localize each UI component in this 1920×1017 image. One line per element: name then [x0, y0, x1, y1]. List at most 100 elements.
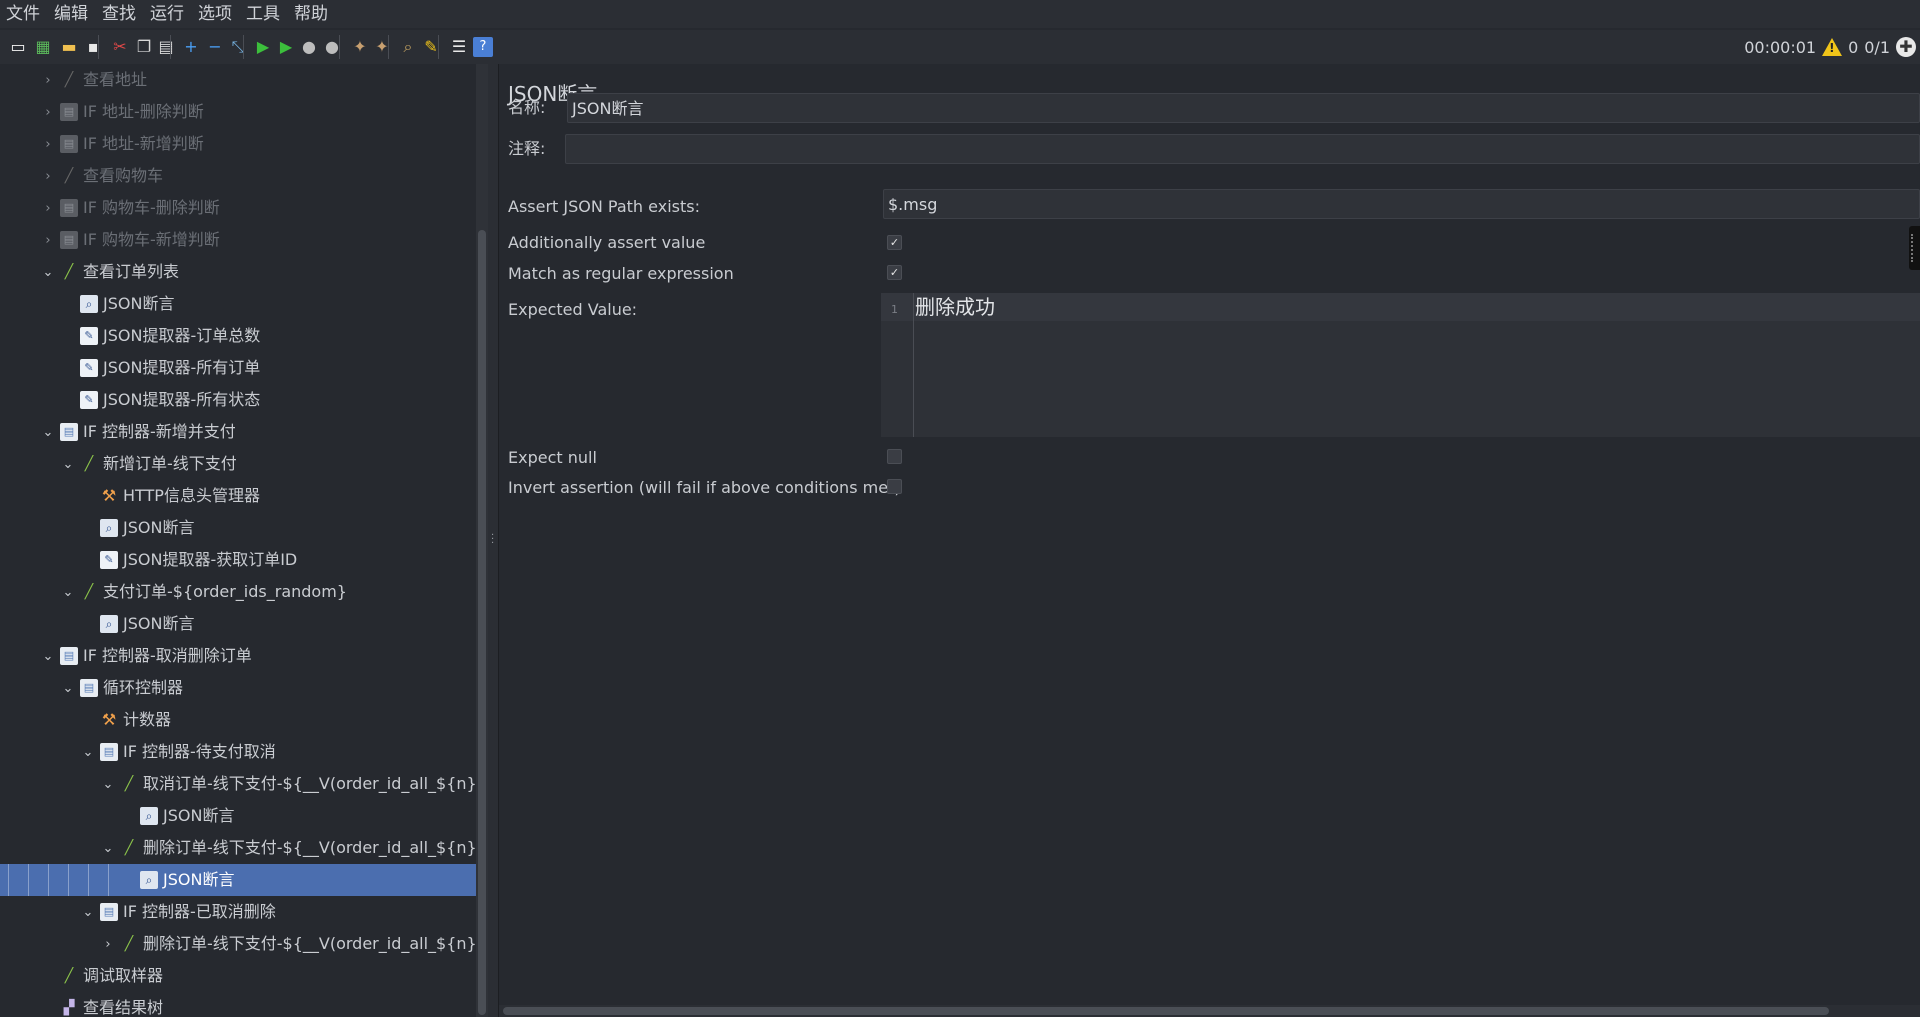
tree-node[interactable]: › ╱ 查看购物车 — [0, 160, 476, 192]
assert-value-checkbox[interactable]: ✓ — [887, 235, 902, 250]
tree-node-label: 查看购物车 — [83, 166, 164, 185]
help-icon[interactable]: ? — [473, 37, 493, 57]
chevron-right-icon[interactable]: › — [40, 64, 56, 96]
tree-node[interactable]: ⌄ ▤ IF 控制器-新增并支付 — [0, 416, 476, 448]
chevron-right-icon[interactable]: › — [100, 928, 116, 960]
chevron-right-icon[interactable]: › — [40, 160, 56, 192]
stop-icon[interactable]: ● — [299, 37, 319, 57]
comment-input[interactable] — [565, 134, 1920, 164]
chevron-down-icon[interactable]: ⌄ — [40, 416, 56, 448]
tree-node-label: IF 购物车-删除判断 — [83, 198, 220, 217]
tree-node-label: 计数器 — [123, 710, 172, 729]
tree-node-label: JSON提取器-所有状态 — [103, 390, 261, 409]
chevron-right-icon[interactable]: › — [40, 192, 56, 224]
menu-item-3[interactable]: 运行 — [144, 0, 192, 28]
tree-node[interactable]: ⚒ HTTP信息头管理器 — [0, 480, 476, 512]
expected-value-text[interactable]: 删除成功 — [915, 295, 995, 319]
tree-node-label: JSON提取器-所有订单 — [103, 358, 261, 377]
chevron-down-icon[interactable]: ⌄ — [40, 256, 56, 288]
side-panel-handle[interactable] — [1909, 226, 1920, 270]
tree-node[interactable]: ⚒ 计数器 — [0, 704, 476, 736]
remote-globe-icon[interactable]: ✚ — [1896, 37, 1916, 57]
chevron-down-icon[interactable]: ⌄ — [60, 672, 76, 704]
tree-node[interactable]: ⌄ ╱ 取消订单-线下支付-${__V(order_id_all_${n})} — [0, 768, 476, 800]
tree-node[interactable]: ⌄ ╱ 支付订单-${order_ids_random} — [0, 576, 476, 608]
expected-value-editor[interactable]: 1 删除成功 — [881, 293, 1920, 437]
tree-scrollbar-thumb[interactable] — [478, 230, 486, 1015]
controller-icon: ▤ — [100, 903, 118, 921]
tree-node[interactable]: ⌄ ▤ IF 控制器-取消删除订单 — [0, 640, 476, 672]
tree-node[interactable]: ✎ JSON提取器-所有订单 — [0, 352, 476, 384]
json-path-input[interactable]: $.msg — [883, 189, 1920, 219]
tree-node[interactable]: ▞ 查看结果树 — [0, 992, 476, 1017]
new-icon[interactable]: ▭ — [8, 37, 28, 57]
tree-node[interactable]: ⌄ ╱ 删除订单-线下支付-${__V(order_id_all_${n})} — [0, 832, 476, 864]
chevron-down-icon[interactable]: ⌄ — [40, 640, 56, 672]
tree-node[interactable]: ╱ 调试取样器 — [0, 960, 476, 992]
menu-item-6[interactable]: 帮助 — [288, 0, 336, 28]
toggle-icon[interactable]: ⤡ — [228, 37, 248, 57]
clear-all-icon[interactable]: ✦ — [372, 37, 392, 57]
tree-node[interactable]: › ▤ IF 购物车-删除判断 — [0, 192, 476, 224]
tree-node[interactable]: ⌄ ╱ 查看订单列表 — [0, 256, 476, 288]
tree-node[interactable]: ✎ JSON提取器-获取订单ID — [0, 544, 476, 576]
chevron-down-icon[interactable]: ⌄ — [80, 736, 96, 768]
chevron-down-icon[interactable]: ⌄ — [60, 576, 76, 608]
menu-item-0[interactable]: 文件 — [0, 0, 48, 28]
tree-node[interactable]: ⌄ ╱ 新增订单-线下支付 — [0, 448, 476, 480]
invert-assertion-checkbox[interactable] — [887, 479, 902, 494]
start-no-pause-icon[interactable]: ▶ — [276, 37, 296, 57]
chevron-down-icon[interactable]: ⌄ — [100, 768, 116, 800]
menu-item-4[interactable]: 选项 — [192, 0, 240, 28]
templates-icon[interactable]: ▦ — [33, 37, 53, 57]
tree-node[interactable]: ⌄ ▤ 循环控制器 — [0, 672, 476, 704]
tree-node[interactable]: ⌄ ▤ IF 控制器-已取消删除 — [0, 896, 476, 928]
test-plan-tree[interactable]: › ╱ 查看地址 › ▤ IF 地址-删除判断 › ▤ IF 地址-新增判断 › ╱ 查看购物车 › ▤ I… — [0, 64, 476, 1017]
panel-scrollbar-thumb[interactable] — [503, 1007, 1829, 1015]
tree-node[interactable]: ⌕ JSON断言 — [0, 288, 476, 320]
search-icon[interactable]: ⌕ — [398, 37, 418, 57]
chevron-down-icon[interactable]: ⌄ — [100, 832, 116, 864]
menu-bar: 文件 编辑 查找 运行 选项 工具 帮助 — [0, 0, 1920, 28]
copy-icon[interactable]: ❐ — [134, 37, 154, 57]
expect-null-checkbox[interactable] — [887, 449, 902, 464]
collapse-icon[interactable]: − — [205, 37, 225, 57]
tree-node[interactable]: ⌕ JSON断言 — [0, 512, 476, 544]
menu-item-1[interactable]: 编辑 — [48, 0, 96, 28]
name-input[interactable]: JSON断言 — [567, 93, 1920, 123]
chevron-right-icon[interactable]: › — [40, 128, 56, 160]
tree-node-label: 查看地址 — [83, 70, 148, 89]
invert-assertion-label: Invert assertion (will fail if above con… — [508, 478, 901, 497]
tree-node[interactable]: ⌕ JSON断言 — [0, 608, 476, 640]
tree-node[interactable]: ✎ JSON提取器-所有状态 — [0, 384, 476, 416]
regex-checkbox[interactable]: ✓ — [887, 265, 902, 280]
save-icon[interactable]: ▪ — [83, 37, 103, 57]
tree-node[interactable]: ✎ JSON提取器-订单总数 — [0, 320, 476, 352]
sampler-pen-icon: ╱ — [64, 168, 74, 184]
paste-icon[interactable]: ▤ — [156, 37, 176, 57]
tree-node[interactable]: ⌕ JSON断言 — [0, 800, 476, 832]
tree-node[interactable]: › ▤ IF 地址-删除判断 — [0, 96, 476, 128]
tree-node[interactable]: › ▤ IF 地址-新增判断 — [0, 128, 476, 160]
clear-icon[interactable]: ✦ — [350, 37, 370, 57]
menu-item-2[interactable]: 查找 — [96, 0, 144, 28]
chevron-down-icon[interactable]: ⌄ — [80, 896, 96, 928]
tree-node[interactable]: › ╱ 删除订单-线下支付-${__V(order_id_all_${n})} — [0, 928, 476, 960]
open-icon[interactable]: ▬ — [59, 37, 79, 57]
tree-node[interactable]: › ▤ IF 购物车-新增判断 — [0, 224, 476, 256]
chevron-right-icon[interactable]: › — [40, 96, 56, 128]
expand-icon[interactable]: + — [181, 37, 201, 57]
chevron-right-icon[interactable]: › — [40, 224, 56, 256]
tree-node[interactable]: ⌕ JSON断言 — [0, 864, 476, 896]
warning-icon[interactable]: ! — [1822, 38, 1843, 56]
function-helper-icon[interactable]: ☰ — [449, 37, 469, 57]
tree-node[interactable]: ⌄ ▤ IF 控制器-待支付取消 — [0, 736, 476, 768]
cut-icon[interactable]: ✂ — [110, 37, 130, 57]
chevron-down-icon[interactable]: ⌄ — [60, 448, 76, 480]
tree-node-label: JSON提取器-订单总数 — [103, 326, 261, 345]
tree-node[interactable]: › ╱ 查看地址 — [0, 64, 476, 96]
start-icon[interactable]: ▶ — [253, 37, 273, 57]
tree-guide-line — [28, 864, 29, 896]
divider-grip-icon[interactable]: · · · — [491, 531, 495, 550]
menu-item-5[interactable]: 工具 — [240, 0, 288, 28]
